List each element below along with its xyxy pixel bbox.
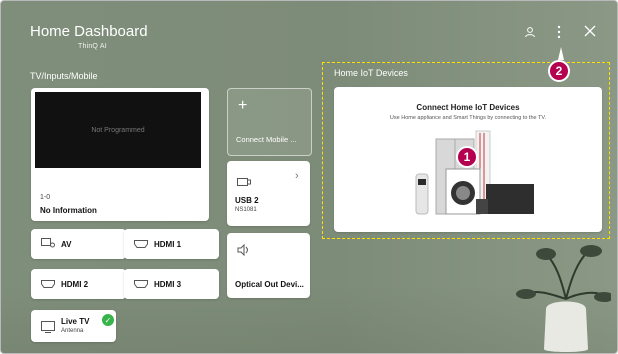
input-av-button[interactable]: AV — [31, 229, 126, 259]
channel-info: No Information — [40, 206, 97, 215]
usb-sublabel: NS1081 — [235, 207, 257, 213]
section-tv-inputs-mobile: TV/Inputs/Mobile — [30, 71, 98, 81]
input-hdmi3-label: HDMI 3 — [154, 279, 182, 289]
live-tv-button[interactable]: Live TV Antenna ✓ — [31, 310, 116, 342]
connect-mobile-button[interactable]: + Connect Mobile ... — [227, 88, 312, 156]
tv-icon — [41, 320, 55, 338]
step-badge-2: 2 — [548, 60, 570, 82]
usb-device-card[interactable]: › USB 2 NS1081 — [227, 161, 310, 226]
tv-preview-screen: Not Programmed — [35, 92, 201, 168]
optical-label: Optical Out Devi... — [235, 280, 304, 289]
hdmi-icon — [41, 275, 55, 293]
badge-2-pointer — [558, 47, 564, 60]
av-icon — [41, 235, 55, 253]
input-hdmi3-button[interactable]: HDMI 3 — [124, 269, 219, 299]
profile-icon[interactable] — [524, 26, 536, 40]
usb-icon — [237, 173, 251, 191]
hdmi-icon — [134, 235, 148, 253]
input-hdmi2-button[interactable]: HDMI 2 — [31, 269, 126, 299]
check-icon: ✓ — [102, 314, 114, 326]
plus-icon: + — [238, 97, 248, 114]
close-icon[interactable] — [584, 25, 596, 39]
input-hdmi1-label: HDMI 1 — [154, 239, 182, 249]
iot-card-subtitle: Use Home appliance and Smart Things by c… — [389, 115, 547, 121]
step-badge-1: 1 — [456, 146, 478, 168]
channel-number: 1-0 — [40, 194, 51, 201]
input-hdmi1-button[interactable]: HDMI 1 — [124, 229, 219, 259]
appliances-illustration — [415, 130, 534, 215]
preview-screen-text: Not Programmed — [91, 126, 145, 134]
tv-preview-card[interactable]: Not Programmed 1-0 No Information — [31, 88, 209, 221]
plant-decoration — [516, 245, 611, 352]
speaker-icon — [237, 243, 251, 261]
hdmi-icon — [134, 275, 148, 293]
more-vertical-icon[interactable] — [556, 25, 562, 41]
home-dashboard-screen: Home Dashboard ThinQ AI TV/Inputs/Mobile… — [0, 0, 618, 354]
thinq-brand: ThinQ AI — [78, 43, 107, 50]
connect-mobile-label: Connect Mobile ... — [236, 135, 297, 144]
input-hdmi2-label: HDMI 2 — [61, 279, 89, 289]
live-tv-sublabel: Antenna — [61, 328, 84, 334]
input-av-label: AV — [61, 239, 72, 249]
page-title: Home Dashboard — [30, 23, 148, 40]
chevron-right-icon: › — [295, 170, 299, 182]
optical-out-card[interactable]: Optical Out Devi... — [227, 233, 310, 298]
iot-card-title: Connect Home IoT Devices — [416, 103, 520, 112]
usb-label: USB 2 — [235, 196, 259, 205]
live-tv-label: Live TV — [61, 317, 90, 326]
